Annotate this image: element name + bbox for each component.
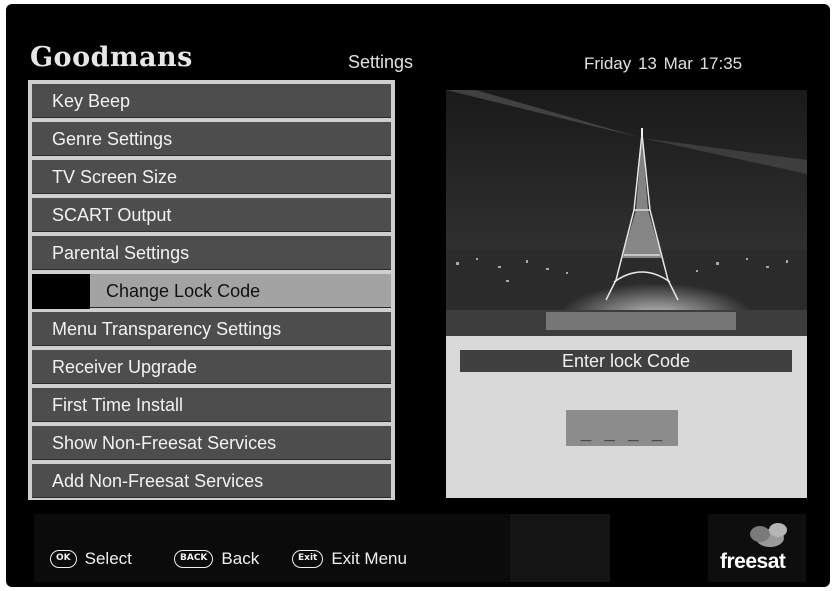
page-title: Settings: [348, 52, 414, 72]
legend-back-label: Back: [221, 549, 260, 568]
freesat-cloud-icon: [750, 523, 787, 547]
enter-lock-code-title: Enter lock Code: [460, 350, 792, 372]
menu-item-tv-screen-size[interactable]: TV Screen Size: [32, 160, 391, 194]
menu-item-scart-output[interactable]: SCART Output: [32, 198, 391, 232]
menu-item-key-beep[interactable]: Key Beep: [32, 84, 391, 118]
lock-code-input[interactable]: _ _ _ _: [566, 410, 678, 446]
tv-screen: Goodmans Settings Friday 13 Mar 17:35 Ke…: [6, 4, 830, 587]
legend-select[interactable]: OK Select: [50, 547, 132, 571]
submenu-indent: [32, 274, 90, 309]
menu-item-first-time-install[interactable]: First Time Install: [32, 388, 391, 422]
menu-item-menu-transparency[interactable]: Menu Transparency Settings: [32, 312, 391, 346]
footer-panel: [510, 514, 610, 582]
menu-item-genre-settings[interactable]: Genre Settings: [32, 122, 391, 156]
menu-item-change-lock-code[interactable]: Change Lock Code: [90, 274, 391, 308]
freesat-wordmark: freesat: [720, 550, 786, 573]
back-button-icon: BACK: [174, 550, 214, 568]
menu-item-receiver-upgrade[interactable]: Receiver Upgrade: [32, 350, 391, 384]
menu-item-add-non-freesat[interactable]: Add Non-Freesat Services: [32, 464, 391, 498]
tv-preview-image: [446, 90, 807, 336]
menu-item-parental-settings[interactable]: Parental Settings: [32, 236, 391, 270]
brand-logo: Goodmans: [30, 42, 193, 73]
freesat-logo: freesat: [708, 514, 806, 582]
ok-button-icon: OK: [50, 550, 77, 568]
eiffel-tower-night-image: [446, 90, 807, 336]
legend-exit-label: Exit Menu: [331, 549, 407, 568]
legend-select-label: Select: [84, 549, 132, 568]
settings-menu: Key Beep Genre Settings TV Screen Size S…: [28, 80, 395, 500]
legend-exit[interactable]: Exit Exit Menu: [292, 547, 407, 571]
menu-item-show-non-freesat[interactable]: Show Non-Freesat Services: [32, 426, 391, 460]
date-time: Friday 13 Mar 17:35: [584, 54, 743, 73]
legend-back[interactable]: BACK Back: [174, 547, 259, 571]
lock-code-panel: Enter lock Code _ _ _ _: [446, 336, 807, 498]
exit-button-icon: Exit: [292, 550, 324, 568]
